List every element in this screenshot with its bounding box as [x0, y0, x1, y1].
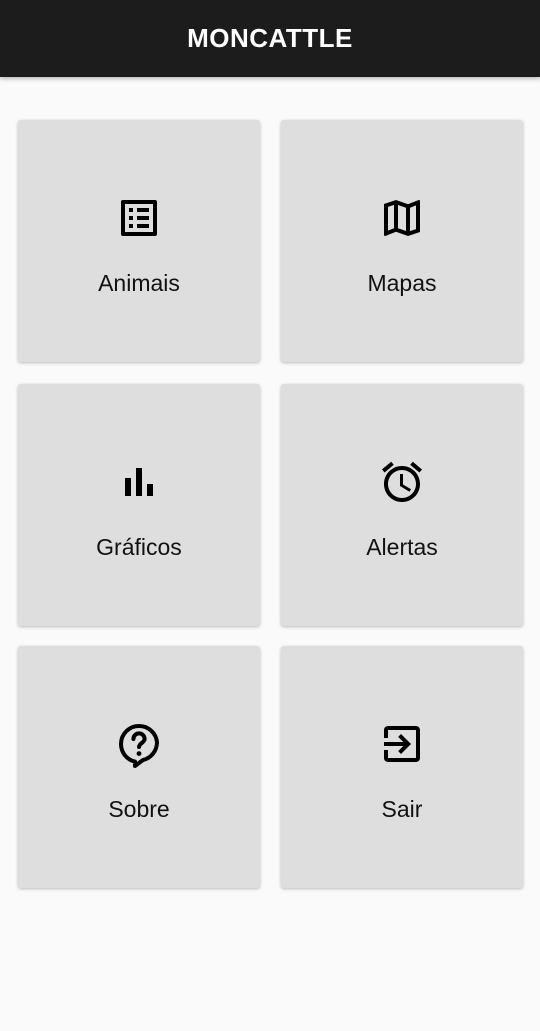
mapas-label: Mapas [367, 270, 437, 296]
alarm-clock-icon [378, 458, 426, 506]
sobre-label: Sobre [108, 796, 170, 822]
sair-label: Sair [381, 796, 423, 822]
mapas-button[interactable]: Mapas [281, 120, 523, 362]
app-title: MONCATTLE [187, 23, 353, 53]
app-bar: MONCATTLE [0, 0, 540, 77]
sair-button[interactable]: Sair [281, 646, 523, 888]
bar-chart-icon [115, 458, 163, 506]
sobre-button[interactable]: Sobre [18, 646, 260, 888]
animais-label: Animais [98, 270, 180, 296]
graficos-button[interactable]: Gráficos [18, 384, 260, 626]
graficos-label: Gráficos [96, 534, 182, 560]
exit-icon [378, 720, 426, 768]
alertas-button[interactable]: Alertas [281, 384, 523, 626]
alertas-label: Alertas [366, 534, 438, 560]
map-icon [378, 194, 426, 242]
help-question-icon [115, 720, 163, 768]
list-alt-icon [115, 194, 163, 242]
animais-button[interactable]: Animais [18, 120, 260, 362]
